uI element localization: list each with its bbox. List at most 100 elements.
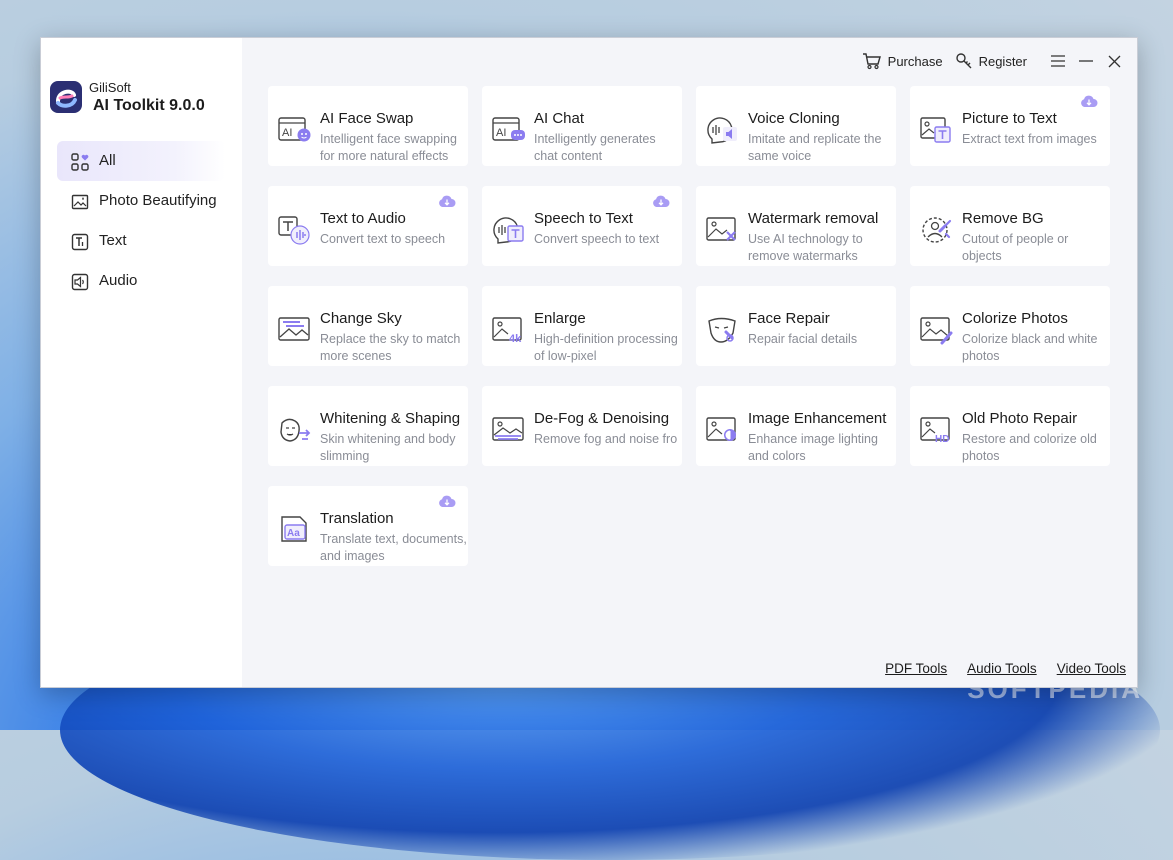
svg-text:AI: AI <box>282 127 292 139</box>
tool-title: Image Enhancement <box>748 410 887 427</box>
sidebar-nav: All Photo Beautifying Text Audio <box>57 141 225 301</box>
tool-title: Enlarge <box>534 310 586 327</box>
tool-card-picture-to-text[interactable]: Picture to Text Extract text from images <box>910 86 1110 166</box>
key-icon <box>955 53 972 69</box>
audio-tools-link[interactable]: Audio Tools <box>967 661 1037 676</box>
purchase-label: Purchase <box>887 53 943 69</box>
change-sky-icon <box>278 317 310 341</box>
sidebar-item-label: Text <box>99 232 127 249</box>
title-bar: Purchase Register <box>862 52 1123 70</box>
app-window: GiliSoft AI Toolkit 9.0.0 All Photo Beau… <box>40 37 1138 688</box>
close-icon <box>1108 55 1120 67</box>
minimize-icon <box>1079 60 1093 62</box>
tool-title: Picture to Text <box>962 110 1057 127</box>
sidebar-item-label: All <box>99 152 116 169</box>
tool-title: Text to Audio <box>320 210 406 227</box>
purchase-button[interactable]: Purchase <box>862 52 943 70</box>
tool-card-speech-to-text[interactable]: Speech to Text Convert speech to text <box>482 186 682 266</box>
register-button[interactable]: Register <box>955 52 1027 70</box>
download-cloud-icon <box>439 495 456 507</box>
tool-card-defog-denoising[interactable]: De-Fog & Denoising Remove fog and noise … <box>482 386 682 466</box>
face-swap-icon: AI <box>278 117 311 142</box>
sidebar-item-label: Photo Beautifying <box>99 192 217 209</box>
tool-card-ai-chat[interactable]: AI AI Chat Intelligently generates chat … <box>482 86 682 166</box>
tool-card-ai-face-swap[interactable]: AI AI Face Swap Intelligent face swappin… <box>268 86 468 166</box>
download-cloud-icon <box>653 195 670 207</box>
tool-description: Enhance image lighting and colors <box>748 432 878 463</box>
cart-icon <box>862 53 881 70</box>
enlarge-4k-icon: 4k <box>492 317 522 345</box>
tool-card-translation[interactable]: Aa Translation Translate text, documents… <box>268 486 468 566</box>
text-to-audio-icon <box>278 216 310 245</box>
old-photo-repair-icon: HD <box>920 417 950 445</box>
tool-title: Voice Cloning <box>748 110 840 127</box>
tool-description: Cutout of people or objects <box>962 232 1069 263</box>
tool-title: AI Chat <box>534 110 585 127</box>
tool-description: Extract text from images <box>962 132 1097 146</box>
tool-card-text-to-audio[interactable]: Text to Audio Convert text to speech <box>268 186 468 266</box>
tool-description: Convert text to speech <box>320 232 446 246</box>
watermark-removal-icon <box>706 217 736 241</box>
tool-description: Intelligent face swapping for more natur… <box>320 132 457 163</box>
image-enhancement-icon <box>706 417 736 441</box>
tool-title: De-Fog & Denoising <box>534 410 670 427</box>
app-title: AI Toolkit 9.0.0 <box>93 97 205 114</box>
sidebar-item-photo-beautifying[interactable]: Photo Beautifying <box>57 181 225 221</box>
sidebar: GiliSoft AI Toolkit 9.0.0 All Photo Beau… <box>41 38 242 687</box>
tool-card-face-repair[interactable]: Face Repair Repair facial details <box>696 286 896 366</box>
tool-title: Whitening & Shaping <box>320 410 461 427</box>
footer-links: PDF Tools Audio Tools Video Tools <box>865 661 1126 676</box>
tool-card-whitening-shaping[interactable]: Whitening & Shaping Skin whitening and b… <box>268 386 468 466</box>
tool-card-change-sky[interactable]: Change Sky Replace the sky to match more… <box>268 286 468 366</box>
tool-card-watermark-removal[interactable]: Watermark removal Use AI technology to r… <box>696 186 896 266</box>
tool-description: Convert speech to text <box>534 232 660 246</box>
tool-description: Use AI technology to remove watermarks <box>748 232 863 263</box>
sidebar-item-label: Audio <box>99 272 138 289</box>
register-label: Register <box>978 53 1027 69</box>
svg-text:Aa: Aa <box>287 528 300 539</box>
voice-cloning-icon <box>707 117 737 144</box>
tool-title: Old Photo Repair <box>962 410 1078 427</box>
tool-title: Translation <box>320 510 394 527</box>
menu-button[interactable] <box>1049 52 1067 70</box>
tool-title: Change Sky <box>320 310 402 327</box>
sidebar-item-audio[interactable]: Audio <box>57 261 225 301</box>
tool-description: Restore and colorize old photos <box>962 432 1097 463</box>
sidebar-item-all[interactable]: All <box>57 141 225 181</box>
svg-text:4k: 4k <box>509 333 522 345</box>
colorize-photos-icon <box>920 317 953 345</box>
tool-title: Watermark removal <box>748 210 879 227</box>
ai-chat-icon: AI <box>492 117 525 141</box>
app-logo-icon <box>50 81 82 113</box>
close-button[interactable] <box>1105 52 1123 70</box>
video-tools-link[interactable]: Video Tools <box>1057 661 1126 676</box>
tool-description: Remove fog and noise fro <box>534 432 678 446</box>
photo-magic-icon <box>71 194 89 210</box>
tool-card-old-photo-repair[interactable]: HD Old Photo Repair Restore and colorize… <box>910 386 1110 466</box>
tool-title: Colorize Photos <box>962 310 1068 327</box>
grid-heart-icon <box>71 153 89 171</box>
brand-name: GiliSoft <box>89 80 131 95</box>
tool-description: Imitate and replicate the same voice <box>748 132 882 163</box>
tool-card-colorize-photos[interactable]: Colorize Photos Colorize black and white… <box>910 286 1110 366</box>
svg-text:AI: AI <box>496 127 506 139</box>
tool-title: Remove BG <box>962 210 1044 227</box>
tool-description: Repair facial details <box>748 332 858 346</box>
tool-card-remove-bg[interactable]: Remove BG Cutout of people or objects <box>910 186 1110 266</box>
tool-description: Replace the sky to match more scenes <box>320 332 461 363</box>
translation-icon: Aa <box>281 516 307 542</box>
defog-icon <box>492 417 524 441</box>
tool-title: AI Face Swap <box>320 110 414 127</box>
minimize-button[interactable] <box>1077 52 1095 70</box>
pdf-tools-link[interactable]: PDF Tools <box>885 661 947 676</box>
tool-card-enlarge[interactable]: 4k Enlarge High-definition processing of… <box>482 286 682 366</box>
tool-description: Intelligently generates chat content <box>534 132 656 163</box>
tool-description: Skin whitening and body slimming <box>320 432 456 463</box>
sidebar-item-text[interactable]: Text <box>57 221 225 261</box>
tool-card-voice-cloning[interactable]: Voice Cloning Imitate and replicate the … <box>696 86 896 166</box>
tool-card-image-enhancement[interactable]: Image Enhancement Enhance image lighting… <box>696 386 896 466</box>
picture-to-text-icon <box>920 117 951 143</box>
svg-text:HD: HD <box>935 434 949 445</box>
tool-grid: AI AI Face Swap Intelligent face swappin… <box>268 86 1114 566</box>
hamburger-icon <box>1051 55 1065 67</box>
